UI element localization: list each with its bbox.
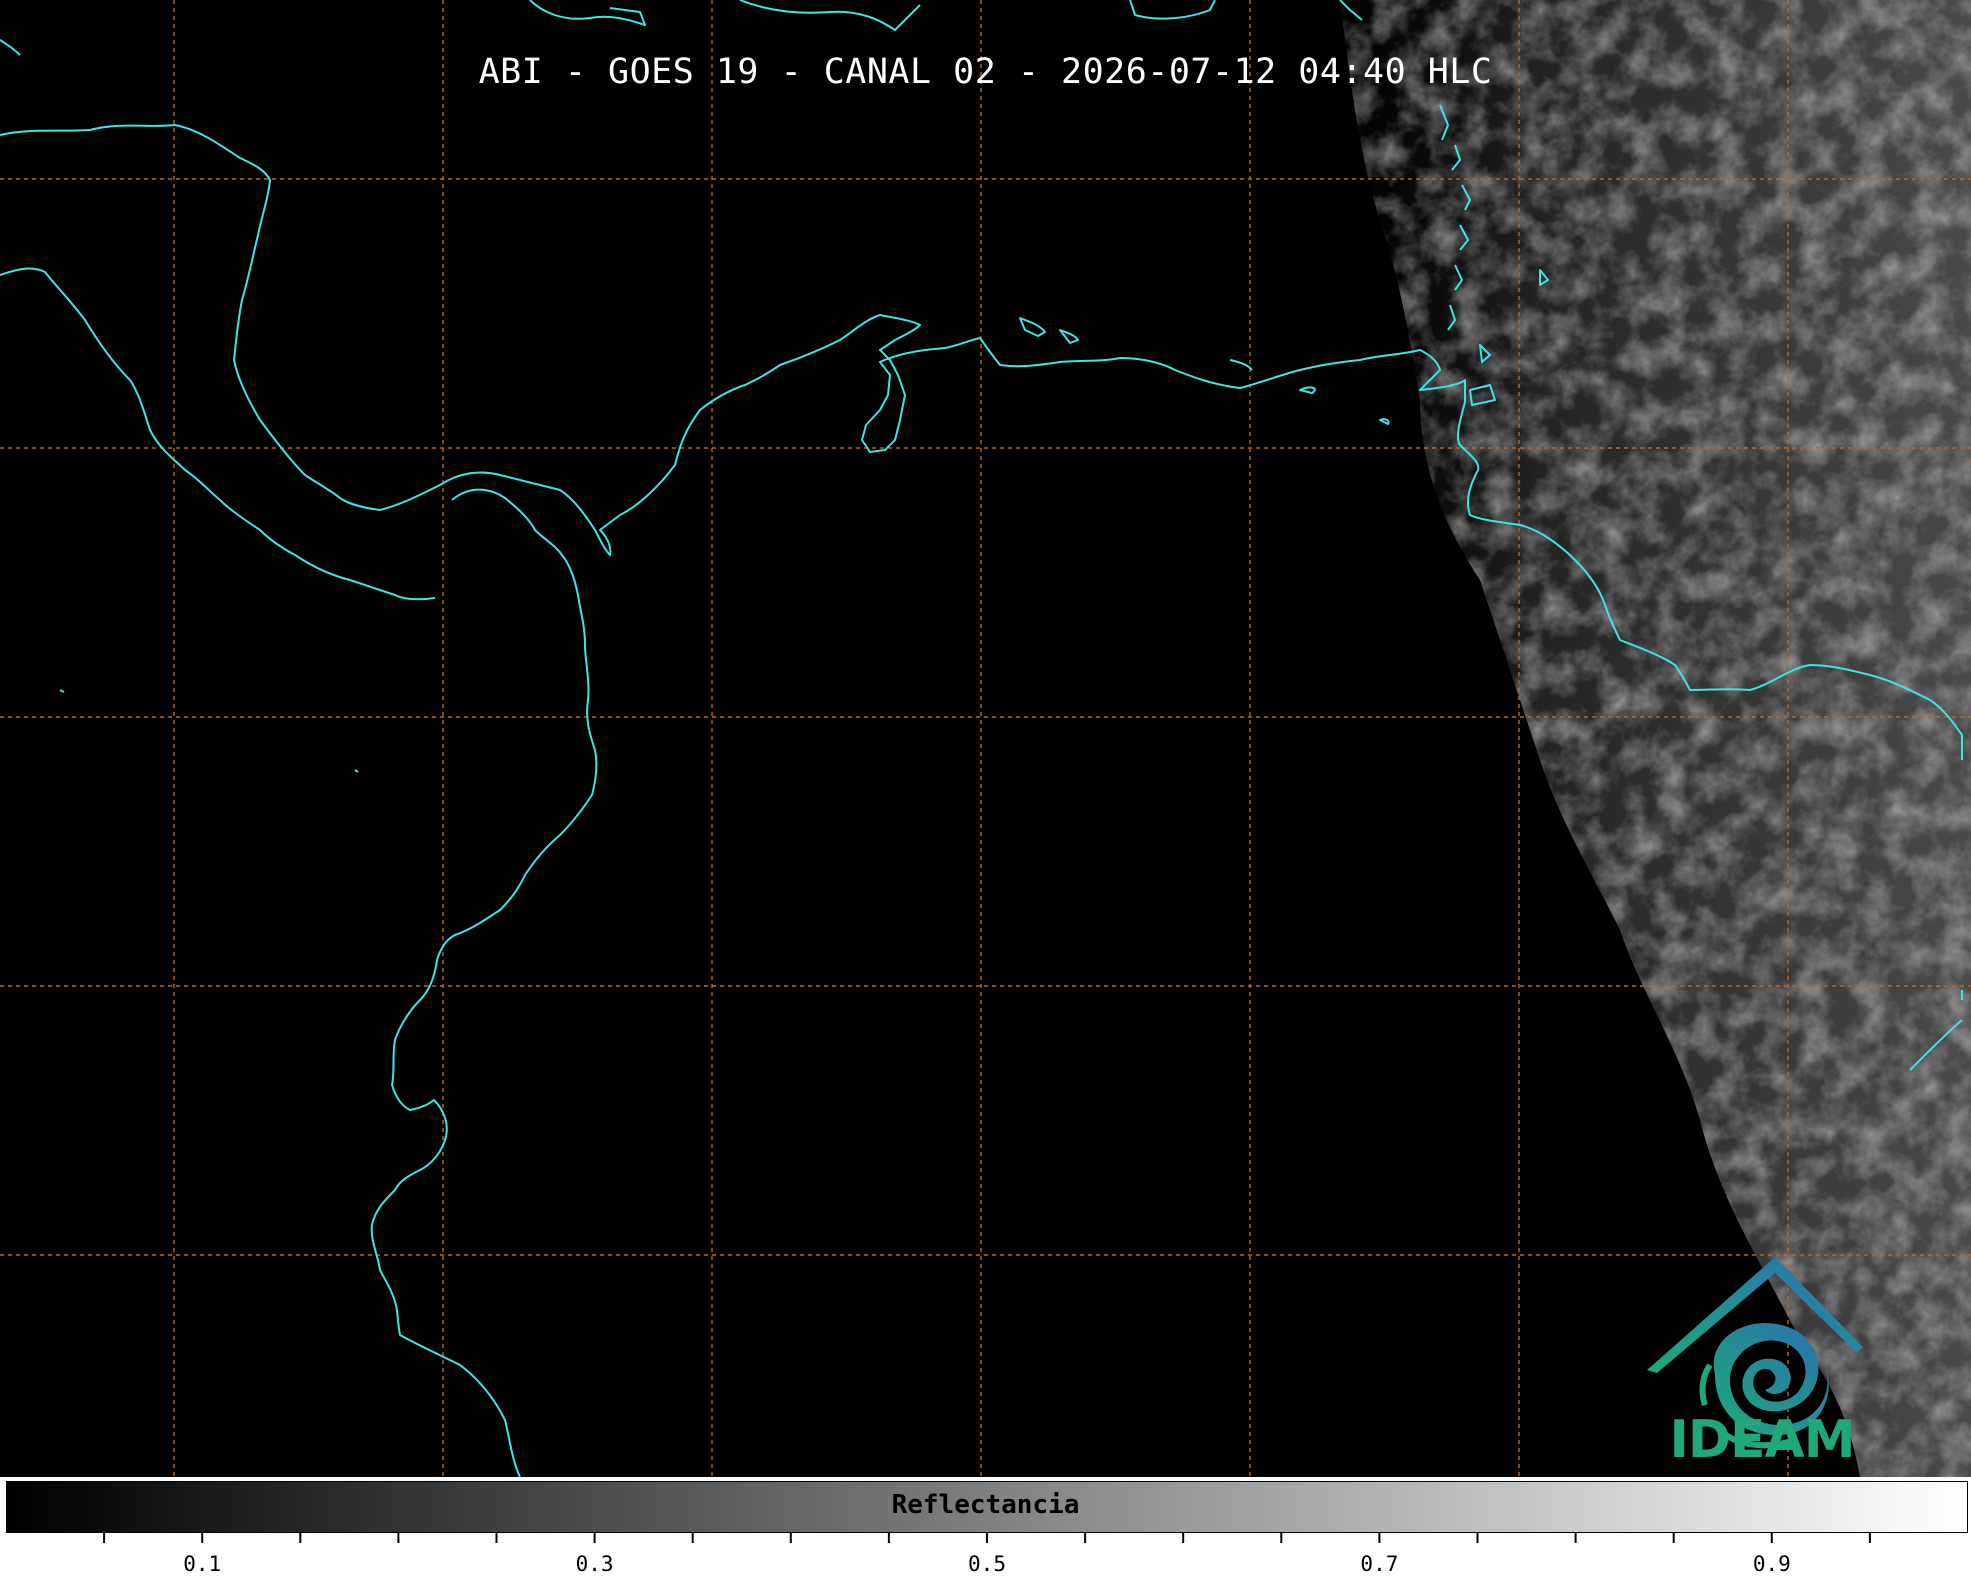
colorbar-tick-label: 0.3 (576, 1552, 614, 1576)
colorbar-label: Reflectancia (891, 1490, 1080, 1520)
colorbar-tick-label: 0.7 (1360, 1552, 1398, 1576)
colorbar-tick-label: 0.1 (183, 1552, 221, 1576)
colorbar-panel: Reflectancia 0.1 0.3 0.5 0.7 0.9 (0, 1477, 1971, 1577)
colorbar-tick-label: 0.9 (1753, 1552, 1791, 1576)
colorbar-tick-label: 0.5 (968, 1552, 1006, 1576)
logo-wordmark: IDEAM (1669, 1410, 1855, 1470)
colorbar-axis: 0.1 0.3 0.5 0.7 0.9 (103, 1533, 1871, 1576)
